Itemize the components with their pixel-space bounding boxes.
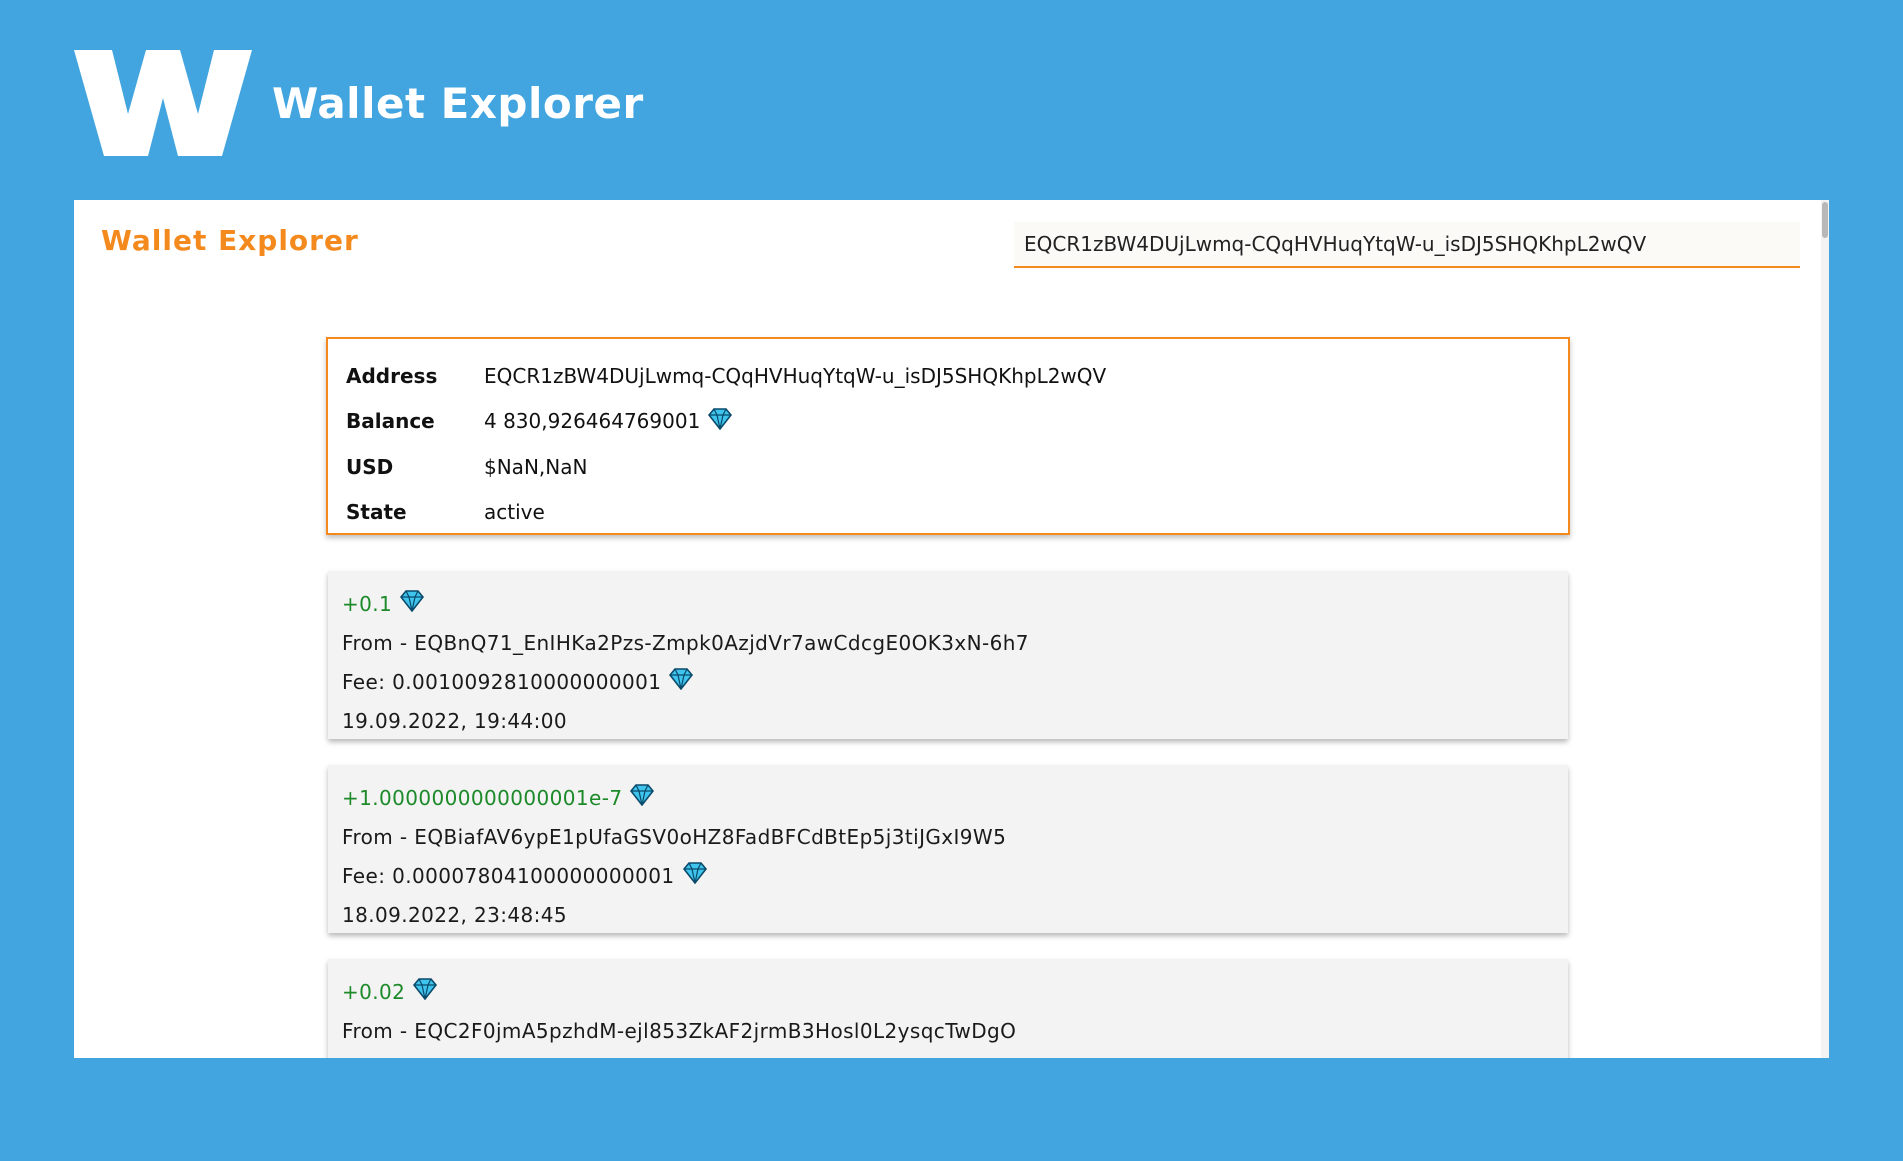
tx-amount: +1.0000000000000001e-7	[342, 785, 623, 810]
state-label: State	[346, 500, 407, 525]
transaction-card[interactable]: +0.02 From - EQC2F0jmA5pzhdM-ejl853ZkAF2…	[328, 959, 1568, 1058]
tx-date: 19.09.2022, 19:44:00	[342, 708, 568, 733]
state-row: State active	[346, 490, 1550, 536]
usd-value: $NaN,NaN	[484, 454, 588, 479]
balance-label: Balance	[346, 409, 435, 434]
transaction-card[interactable]: +0.1 From - EQBnQ71_EnIHKa2Pzs-Zmpk0Azjd…	[328, 571, 1568, 739]
tx-date: 18.09.2022, 23:48:45	[342, 902, 568, 927]
address-search-input[interactable]	[1014, 222, 1800, 268]
address-value: EQCR1zBW4DUjLwmq-CQqHVHuqYtqW-u_isDJ5SHQ…	[484, 363, 1107, 388]
gem-icon	[669, 668, 694, 695]
gem-icon	[682, 862, 707, 889]
balance-value: 4 830,926464769001	[484, 409, 701, 434]
tx-from: From - EQBiafAV6ypE1pUfaGSV0oHZ8FadBFCdB…	[342, 824, 1007, 849]
state-value: active	[484, 500, 545, 525]
wallet-info-card: Address EQCR1zBW4DUjLwmq-CQqHVHuqYtqW-u_…	[326, 337, 1570, 535]
gem-icon	[400, 590, 425, 617]
tx-fee: Fee: 0.0010092810000000001	[342, 669, 662, 694]
main-panel: Wallet Explorer Address EQCR1zBW4DUjLwmq…	[74, 200, 1829, 1058]
scrollbar-thumb[interactable]	[1822, 202, 1828, 238]
app-title: Wallet Explorer	[101, 224, 359, 257]
brand-title: Wallet Explorer	[272, 78, 644, 128]
address-row: Address EQCR1zBW4DUjLwmq-CQqHVHuqYtqW-u_…	[346, 353, 1550, 399]
address-label: Address	[346, 363, 438, 388]
tx-amount: +0.1	[342, 591, 393, 616]
tx-from: From - EQC2F0jmA5pzhdM-ejl853ZkAF2jrmB3H…	[342, 1018, 1017, 1043]
scrollbar[interactable]	[1821, 200, 1829, 1058]
tx-from: From - EQBnQ71_EnIHKa2Pzs-Zmpk0AzjdVr7aw…	[342, 630, 1029, 655]
tx-amount: +0.02	[342, 979, 406, 1004]
tx-fee: Fee: 0.00007804100000000001	[342, 863, 675, 888]
brand-header: Wallet Explorer	[74, 48, 644, 158]
balance-row: Balance 4 830,926464769001	[346, 399, 1550, 445]
transaction-card[interactable]: +1.0000000000000001e-7 From - EQBiafAV6y…	[328, 765, 1568, 933]
gem-icon	[630, 784, 655, 811]
usd-row: USD $NaN,NaN	[346, 444, 1550, 490]
usd-label: USD	[346, 454, 394, 479]
gem-icon	[413, 978, 438, 1005]
gem-icon	[708, 407, 733, 435]
w-logo-icon	[74, 50, 252, 156]
